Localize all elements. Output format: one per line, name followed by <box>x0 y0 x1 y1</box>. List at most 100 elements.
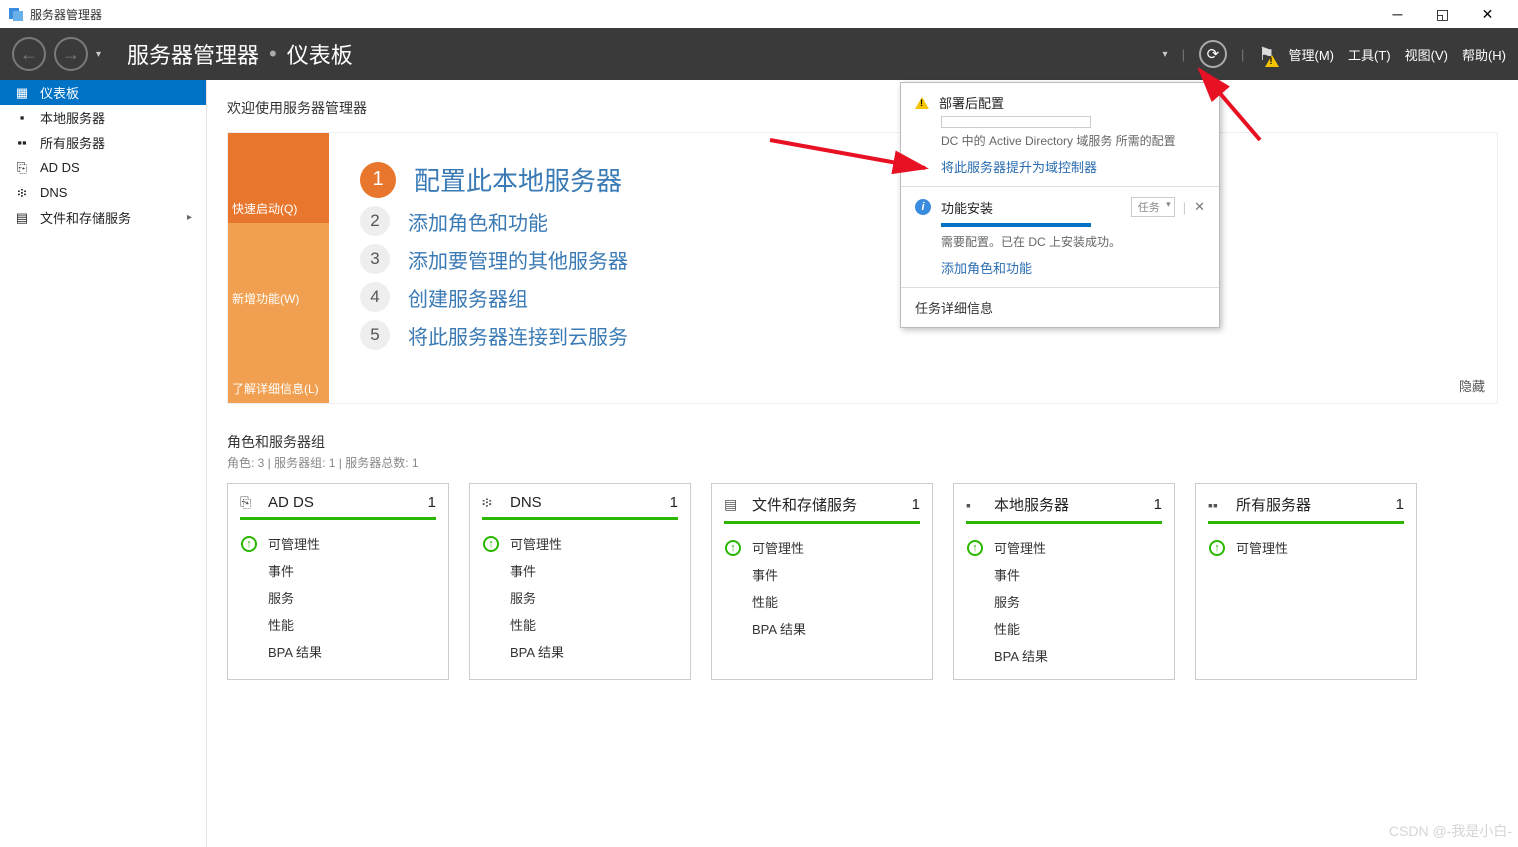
stat-label: 性能 <box>510 615 536 634</box>
menu-tools[interactable]: 工具(T) <box>1348 45 1391 64</box>
notif-footer-link[interactable]: 任务详细信息 <box>901 288 1219 327</box>
nav-dropdown-caret[interactable]: ▾ <box>96 49 101 60</box>
role-name: AD DS <box>268 494 418 511</box>
role-stat[interactable]: BPA 结果 <box>724 615 920 642</box>
role-stat[interactable]: 性能 <box>240 611 436 638</box>
task-dropdown[interactable]: 任务 <box>1131 197 1175 217</box>
welcome-title: 欢迎使用服务器管理器 <box>227 98 1498 118</box>
stat-label: 可管理性 <box>994 538 1046 557</box>
header-dropdown-caret[interactable]: ▾ <box>1163 49 1168 60</box>
role-stat[interactable]: 性能 <box>724 588 920 615</box>
notif-desc-2: 需要配置。已在 DC 上安装成功。 <box>941 233 1205 250</box>
stat-label: 事件 <box>268 561 294 580</box>
role-stat[interactable]: 性能 <box>482 611 678 638</box>
role-stat[interactable]: BPA 结果 <box>482 638 678 665</box>
notifications-flag[interactable]: ⚑ <box>1258 44 1274 65</box>
roles-grid: ⎘AD DS1↑可管理性事件服务性能BPA 结果፨DNS1↑可管理性事件服务性能… <box>227 483 1498 680</box>
sidebar-label: 本地服务器 <box>40 108 105 127</box>
close-button[interactable]: ✕ <box>1465 0 1510 28</box>
quickstart-tile-2[interactable]: 了解详细信息(L) <box>228 313 330 403</box>
role-icon: ▪ <box>966 497 984 513</box>
stat-label: BPA 结果 <box>752 619 806 638</box>
nav-forward-button[interactable]: → <box>54 37 88 71</box>
warning-icon <box>915 97 929 109</box>
watermark: CSDN @-我是小白- <box>1389 821 1512 841</box>
role-card-1[interactable]: ፨DNS1 ↑可管理性事件服务性能 BPA 结果 <box>469 483 691 680</box>
menu-help[interactable]: 帮助(H) <box>1462 45 1506 64</box>
stat-label: 性能 <box>268 615 294 634</box>
sidebar-item-0[interactable]: ▦仪表板 <box>0 80 206 105</box>
notification-section-deploy: 部署后配置 DC 中的 Active Directory 域服务 所需的配置 将… <box>901 83 1219 187</box>
sidebar-icon: ⎘ <box>14 160 30 176</box>
role-stat[interactable]: 服务 <box>966 588 1162 615</box>
role-stat[interactable]: ↑可管理性 <box>240 530 436 557</box>
role-card-4[interactable]: ▪▪所有服务器1 ↑可管理性 <box>1195 483 1417 680</box>
stat-label: 事件 <box>994 565 1020 584</box>
stat-label: 事件 <box>510 561 536 580</box>
role-count: 1 <box>1396 496 1404 513</box>
roles-title: 角色和服务器组 <box>227 432 1498 452</box>
role-stat[interactable]: 事件 <box>240 557 436 584</box>
roles-subtitle: 角色: 3 | 服务器组: 1 | 服务器总数: 1 <box>227 454 1498 471</box>
main-content: 欢迎使用服务器管理器 快速启动(Q)新增功能(W)了解详细信息(L) 1配置此本… <box>207 80 1518 847</box>
task-text: 添加角色和功能 <box>408 207 548 236</box>
task-text: 创建服务器组 <box>408 283 528 312</box>
maximize-button[interactable]: ◱ <box>1420 0 1465 28</box>
add-roles-link[interactable]: 添加角色和功能 <box>941 258 1205 277</box>
role-stat[interactable]: 事件 <box>724 561 920 588</box>
sidebar-label: 仪表板 <box>40 83 79 102</box>
refresh-button[interactable]: ⟳ <box>1199 40 1227 68</box>
role-icon: ▪▪ <box>1208 497 1226 513</box>
role-stat[interactable]: ↑可管理性 <box>1208 534 1404 561</box>
task-text: 将此服务器连接到云服务 <box>408 321 628 350</box>
role-stat[interactable]: ↑可管理性 <box>724 534 920 561</box>
up-arrow-icon: ↑ <box>240 535 258 553</box>
install-progress-bar <box>941 223 1091 227</box>
role-stat[interactable]: BPA 结果 <box>966 642 1162 669</box>
nav-back-button[interactable]: ← <box>12 37 46 71</box>
notif-progress-box <box>941 116 1091 128</box>
role-header: ▪▪所有服务器1 <box>1208 494 1404 524</box>
breadcrumb-page: 仪表板 <box>287 38 353 70</box>
hide-link[interactable]: 隐藏 <box>1459 376 1485 395</box>
notification-popup: 部署后配置 DC 中的 Active Directory 域服务 所需的配置 将… <box>900 82 1220 328</box>
minimize-button[interactable]: ─ <box>1375 0 1420 28</box>
role-stat[interactable]: ↑可管理性 <box>482 530 678 557</box>
sidebar-item-5[interactable]: ▤文件和存储服务▸ <box>0 205 206 230</box>
stat-label: BPA 结果 <box>994 646 1048 665</box>
role-stat[interactable]: 事件 <box>482 557 678 584</box>
quickstart-tile-1[interactable]: 新增功能(W) <box>228 223 330 313</box>
menu-view[interactable]: 视图(V) <box>1405 45 1448 64</box>
header: ← → ▾ 服务器管理器 • 仪表板 ▾ | ⟳ | ⚑ 管理(M) 工具(T)… <box>0 28 1518 80</box>
role-stat[interactable]: ↑可管理性 <box>966 534 1162 561</box>
sidebar-item-2[interactable]: ▪▪所有服务器 <box>0 130 206 155</box>
notif-close-button[interactable]: ✕ <box>1194 199 1205 215</box>
sidebar-label: DNS <box>40 185 67 200</box>
stat-label: 可管理性 <box>510 534 562 553</box>
role-header: ▤文件和存储服务1 <box>724 494 920 524</box>
stat-label: 服务 <box>268 588 294 607</box>
role-stat[interactable]: 事件 <box>966 561 1162 588</box>
quickstart-tile-0[interactable]: 快速启动(Q) <box>228 133 330 223</box>
role-card-2[interactable]: ▤文件和存储服务1 ↑可管理性事件性能 BPA 结果 <box>711 483 933 680</box>
role-stat[interactable]: 服务 <box>482 584 678 611</box>
sidebar-item-1[interactable]: ▪本地服务器 <box>0 105 206 130</box>
welcome-panel: 快速启动(Q)新增功能(W)了解详细信息(L) 1配置此本地服务器2添加角色和功… <box>227 132 1498 404</box>
task-text: 配置此本地服务器 <box>414 161 622 198</box>
role-card-0[interactable]: ⎘AD DS1↑可管理性事件服务性能BPA 结果 <box>227 483 449 680</box>
sidebar-item-4[interactable]: ፨DNS <box>0 180 206 205</box>
up-arrow-icon: ↑ <box>724 539 742 557</box>
role-stat[interactable]: 性能 <box>966 615 1162 642</box>
window-controls: ─ ◱ ✕ <box>1375 0 1510 28</box>
role-stat[interactable]: BPA 结果 <box>240 638 436 665</box>
promote-dc-link[interactable]: 将此服务器提升为域控制器 <box>941 157 1205 176</box>
breadcrumb-root[interactable]: 服务器管理器 <box>127 38 259 70</box>
sidebar-item-3[interactable]: ⎘AD DS <box>0 155 206 180</box>
role-stat[interactable]: 服务 <box>240 584 436 611</box>
menu-manage[interactable]: 管理(M) <box>1289 45 1335 64</box>
sidebar-icon: ▤ <box>14 210 30 226</box>
role-header: ፨DNS1 <box>482 494 678 520</box>
quickstart-tiles: 快速启动(Q)新增功能(W)了解详细信息(L) <box>228 133 330 403</box>
role-card-3[interactable]: ▪本地服务器1↑可管理性事件服务性能BPA 结果 <box>953 483 1175 680</box>
warning-badge-icon <box>1265 55 1281 69</box>
